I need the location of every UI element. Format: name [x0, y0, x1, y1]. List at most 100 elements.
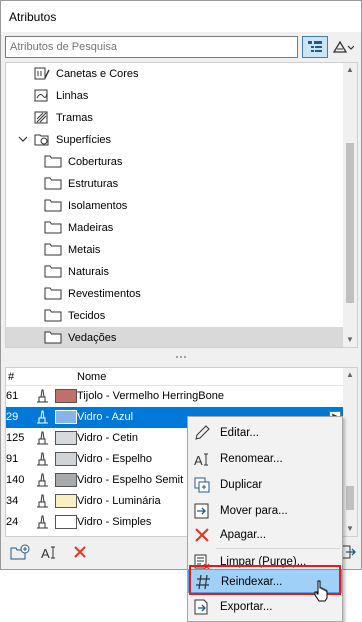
row-name: Vidro - Espelho Semit	[77, 474, 184, 486]
color-swatch	[55, 431, 77, 445]
tree-item-linhas[interactable]: Linhas	[6, 85, 344, 107]
tree-scroll-thumb[interactable]	[346, 143, 354, 303]
rename-icon: A	[194, 451, 210, 468]
tree-item-tramas[interactable]: Tramas	[6, 107, 344, 129]
color-swatch	[55, 515, 77, 529]
folder-icon	[44, 308, 62, 325]
row-number: 29	[6, 411, 19, 423]
tree-item-coberturas[interactable]: Coberturas	[6, 151, 344, 173]
tree-item-label: Vedações	[68, 332, 117, 344]
folder-icon	[44, 330, 62, 347]
tree-item-isolamentos[interactable]: Isolamentos	[6, 195, 344, 217]
tree-item-estruturas[interactable]: Estruturas	[6, 173, 344, 195]
move-to-icon	[194, 503, 210, 519]
purge-icon	[194, 554, 210, 570]
folder-icon	[44, 176, 62, 193]
paint-brush-icon	[36, 514, 52, 530]
tree-item-madeiras[interactable]: Madeiras	[6, 217, 344, 239]
lines-icon	[34, 87, 50, 106]
delete-button[interactable]	[69, 541, 91, 563]
row-name: Vidro - Cetin	[77, 432, 138, 444]
paint-brush-icon	[36, 493, 52, 509]
delete-icon	[194, 527, 210, 543]
tree-item-vedacoes[interactable]: Vedações	[6, 327, 344, 347]
menu-separator	[216, 548, 340, 549]
color-swatch	[55, 452, 77, 466]
row-name: Vidro - Espelho	[77, 453, 153, 465]
svg-text:A: A	[194, 453, 203, 467]
new-folder-icon	[10, 544, 30, 560]
row-number: 140	[6, 474, 25, 486]
paint-brush-icon	[36, 451, 52, 467]
menu-item-label: Apagar...	[220, 529, 267, 541]
attribute-tree: Canetas e Cores Linhas Tramas Superfície…	[5, 62, 358, 348]
paint-brush-icon	[36, 409, 52, 425]
tree-item-label: Revestimentos	[68, 288, 141, 300]
menu-item-rename[interactable]: A Renomear...	[188, 447, 342, 471]
menu-item-edit[interactable]: Editar...	[188, 421, 342, 445]
scroll-down-icon[interactable]: ▼	[345, 524, 355, 534]
tree-item-label: Superfícies	[56, 134, 112, 146]
tree-item-superficies[interactable]: Superfícies	[6, 129, 344, 151]
tree-item-label: Madeiras	[68, 222, 114, 234]
row-name: Vidro - Simples	[77, 516, 152, 528]
folder-icon	[44, 220, 62, 237]
scroll-down-icon[interactable]: ▼	[345, 335, 355, 345]
scroll-up-icon[interactable]: ▲	[345, 65, 355, 75]
chevron-down-icon[interactable]	[18, 135, 28, 146]
svg-text:A: A	[41, 546, 50, 560]
tree-item-canetas[interactable]: Canetas e Cores	[6, 63, 344, 85]
tree-view-button[interactable]	[302, 36, 328, 58]
table-row[interactable]: 61 Tijolo - Vermelho HerringBone	[6, 386, 344, 407]
tree-item-metais[interactable]: Metais	[6, 239, 344, 261]
menu-item-label: Editar...	[220, 427, 259, 439]
hash-icon	[195, 574, 211, 590]
tree-item-label: Coberturas	[68, 156, 123, 168]
menu-item-label: Reindexar...	[221, 576, 283, 588]
paint-brush-icon	[36, 388, 52, 404]
row-name: Vidro - Azul	[77, 411, 134, 423]
search-field[interactable]	[5, 36, 298, 58]
tree-item-label: Tramas	[56, 112, 93, 124]
table-scroll-thumb[interactable]	[346, 486, 354, 510]
row-name: Vidro - Luminária	[77, 495, 161, 507]
menu-item-move-to[interactable]: Mover para...	[188, 499, 342, 523]
menu-item-label: Mover para...	[220, 505, 288, 517]
table-scrollbar[interactable]: ▲ ▼	[343, 368, 357, 536]
menu-item-label: Renomear...	[220, 453, 283, 465]
hatch-icon	[34, 109, 50, 128]
row-number: 91	[6, 453, 19, 465]
column-header-name[interactable]: Nome	[77, 371, 106, 383]
row-name: Tijolo - Vermelho HerringBone	[77, 390, 224, 402]
tree-item-label: Metais	[68, 244, 101, 256]
menu-item-delete[interactable]: Apagar...	[188, 523, 342, 547]
splitter-handle[interactable]	[173, 351, 189, 358]
column-header-number[interactable]: #	[8, 371, 14, 383]
row-number: 34	[6, 495, 19, 507]
attribute-options-icon	[332, 40, 354, 53]
tree-item-label: Canetas e Cores	[56, 68, 139, 80]
folder-icon	[44, 264, 62, 281]
menu-item-label: Exportar...	[220, 601, 273, 613]
menu-item-duplicate[interactable]: Duplicar	[188, 473, 342, 497]
duplicate-icon	[194, 477, 210, 493]
rename-button[interactable]: A	[39, 541, 61, 563]
tree-item-tecidos[interactable]: Tecidos	[6, 305, 344, 327]
tree-item-label: Linhas	[56, 90, 89, 102]
color-swatch	[55, 494, 77, 508]
scroll-up-icon[interactable]: ▲	[345, 370, 355, 380]
color-swatch	[55, 410, 77, 424]
color-swatch	[55, 473, 77, 487]
row-number: 24	[6, 516, 19, 528]
new-attribute-button[interactable]	[9, 541, 31, 563]
table-header: # Nome	[6, 368, 344, 386]
search-input[interactable]	[6, 37, 297, 57]
rename-icon: A	[41, 546, 55, 560]
folder-icon	[44, 198, 62, 215]
tree-scrollbar[interactable]: ▲ ▼	[343, 63, 357, 347]
tree-item-naturais[interactable]: Naturais	[6, 261, 344, 283]
tree-item-revestimentos[interactable]: Revestimentos	[6, 283, 344, 305]
options-button[interactable]	[330, 36, 356, 58]
tree-item-label: Naturais	[68, 266, 109, 278]
export-icon	[194, 599, 210, 615]
